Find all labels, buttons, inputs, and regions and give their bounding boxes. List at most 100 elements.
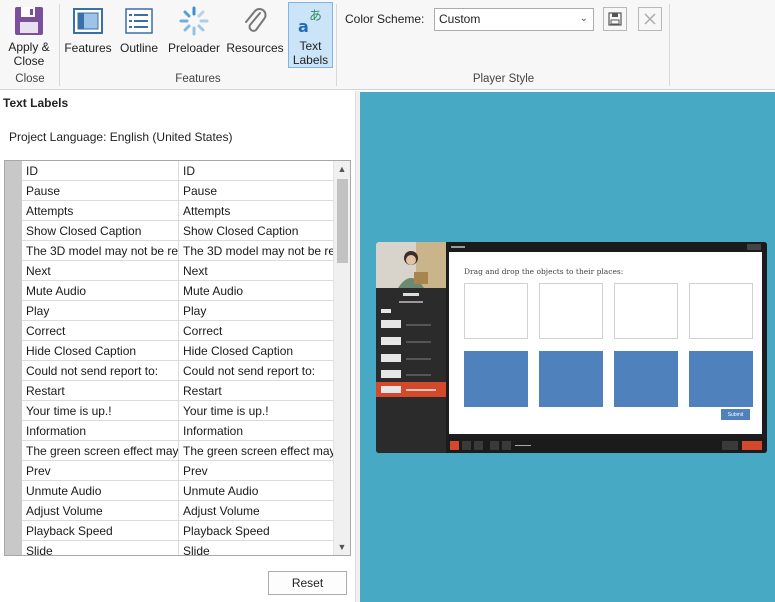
- outline-item-text: [406, 324, 431, 326]
- label-text-cell[interactable]: Slide: [178, 541, 334, 555]
- grid-scrollbar[interactable]: ▲ ▼: [333, 161, 350, 555]
- svg-text:あ: あ: [309, 9, 322, 24]
- table-row[interactable]: Attempts Attempts: [22, 201, 334, 221]
- table-row[interactable]: Hide Closed Caption Hide Closed Caption: [22, 341, 334, 361]
- label-text-cell[interactable]: Playback Speed: [178, 521, 334, 541]
- table-row[interactable]: The 3D model may not be rendered correct…: [22, 241, 334, 261]
- outline-thumb: [381, 370, 401, 378]
- text-labels-grid[interactable]: ID ID Pause Pause Attempts Attempts Show Close…: [4, 160, 351, 556]
- drop-target: [614, 283, 678, 339]
- apply-close-button[interactable]: Apply & Close: [3, 2, 55, 68]
- label-text-cell[interactable]: Correct: [178, 321, 334, 341]
- table-row[interactable]: Correct Correct: [22, 321, 334, 341]
- table-row[interactable]: The green screen effect may not workThe …: [22, 441, 334, 461]
- seek-bar: [515, 445, 531, 446]
- label-id-cell[interactable]: Pause: [22, 181, 178, 201]
- outline-button[interactable]: Outline: [116, 2, 162, 68]
- label-text-cell[interactable]: Attempts: [178, 201, 334, 221]
- outline-item-text: [406, 341, 431, 343]
- label-text-cell[interactable]: Restart: [178, 381, 334, 401]
- label-id-cell[interactable]: The green screen effect may not work: [22, 441, 178, 461]
- save-scheme-button[interactable]: [603, 7, 627, 31]
- chevron-down-icon: ⌄: [579, 13, 588, 24]
- cc-icon: [474, 441, 483, 450]
- label-id-cell[interactable]: Attempts: [22, 201, 178, 221]
- table-row[interactable]: Information Information: [22, 421, 334, 441]
- label-id-cell[interactable]: Your time is up.!: [22, 401, 178, 421]
- text-labels-button[interactable]: a あ Text Labels: [288, 2, 333, 68]
- label-text-cell[interactable]: Information: [178, 421, 334, 441]
- outline-item-active: [376, 382, 446, 397]
- preloader-button[interactable]: Preloader: [166, 2, 222, 68]
- label-text-cell[interactable]: Hide Closed Caption: [178, 341, 334, 361]
- scroll-up-icon[interactable]: ▲: [334, 161, 350, 177]
- table-row[interactable]: Mute Audio Mute Audio: [22, 281, 334, 301]
- label-text-cell[interactable]: Your time is up.!: [178, 401, 334, 421]
- label-id-cell[interactable]: Slide: [22, 541, 178, 555]
- reset-button[interactable]: Reset: [268, 571, 347, 595]
- label-text-cell[interactable]: The green screen effect may not work: [178, 441, 334, 461]
- delete-scheme-button[interactable]: [638, 7, 662, 31]
- scroll-down-icon[interactable]: ▼: [334, 539, 350, 555]
- label-id-cell[interactable]: Show Closed Caption: [22, 221, 178, 241]
- paperclip-icon: [238, 4, 272, 38]
- label-id-cell[interactable]: Play: [22, 301, 178, 321]
- table-row[interactable]: Restart Restart: [22, 381, 334, 401]
- apply-close-label-2: Close: [13, 54, 45, 68]
- table-row[interactable]: Playback Speed Playback Speed: [22, 521, 334, 541]
- features-button[interactable]: Features: [64, 2, 112, 68]
- table-row[interactable]: ID ID: [22, 161, 334, 181]
- drag-object: [539, 351, 603, 407]
- preloader-spinner-icon: [177, 4, 211, 38]
- slide-canvas: Drag and drop the objects to their place…: [449, 252, 762, 434]
- label-text-cell[interactable]: Next: [178, 261, 334, 281]
- table-row[interactable]: Slide Slide: [22, 541, 334, 555]
- label-id-cell[interactable]: Adjust Volume: [22, 501, 178, 521]
- label-id-cell[interactable]: Mute Audio: [22, 281, 178, 301]
- ribbon: Apply & Close Close Features Outline Pre…: [0, 0, 775, 90]
- table-row[interactable]: Play Play: [22, 301, 334, 321]
- label-text-cell[interactable]: ID: [178, 161, 334, 181]
- label-id-cell[interactable]: Hide Closed Caption: [22, 341, 178, 361]
- label-text-cell[interactable]: The 3D model may not be rendered correct…: [178, 241, 334, 261]
- label-text-cell[interactable]: Mute Audio: [178, 281, 334, 301]
- table-row[interactable]: Could not send report to: Could not send …: [22, 361, 334, 381]
- scroll-thumb[interactable]: [337, 179, 348, 263]
- table-row[interactable]: Adjust Volume Adjust Volume: [22, 501, 334, 521]
- label-id-cell[interactable]: Playback Speed: [22, 521, 178, 541]
- color-scheme-label: Color Scheme:: [345, 12, 425, 26]
- label-id-cell[interactable]: Unmute Audio: [22, 481, 178, 501]
- presenter-name-bar: [376, 292, 446, 296]
- outline-item-text: [406, 374, 431, 376]
- label-text-cell[interactable]: Unmute Audio: [178, 481, 334, 501]
- label-text-cell[interactable]: Play: [178, 301, 334, 321]
- label-id-cell[interactable]: Prev: [22, 461, 178, 481]
- table-row[interactable]: Prev Prev: [22, 461, 334, 481]
- label-text-cell[interactable]: Pause: [178, 181, 334, 201]
- table-row[interactable]: Next Next: [22, 261, 334, 281]
- color-scheme-value: Custom: [439, 12, 481, 26]
- outline-thumb: [381, 320, 401, 328]
- label-id-cell[interactable]: Could not send report to:: [22, 361, 178, 381]
- close-icon: [644, 13, 656, 25]
- outline-thumb: [381, 309, 391, 313]
- table-row[interactable]: Show Closed Caption Show Closed Caption: [22, 221, 334, 241]
- label-id-cell[interactable]: Information: [22, 421, 178, 441]
- label-text-cell[interactable]: Adjust Volume: [178, 501, 334, 521]
- label-id-cell[interactable]: The 3D model may not be rendered correct…: [22, 241, 178, 261]
- label-id-cell[interactable]: Next: [22, 261, 178, 281]
- label-text-cell[interactable]: Could not send report to:: [178, 361, 334, 381]
- label-id-cell[interactable]: ID: [22, 161, 178, 181]
- label-text-cell[interactable]: Prev: [178, 461, 334, 481]
- text-labels-panel: Text Labels Project Language: English (U…: [0, 91, 355, 602]
- player-topbar: [446, 242, 767, 252]
- outline-thumb: [381, 354, 401, 362]
- label-id-cell[interactable]: Restart: [22, 381, 178, 401]
- color-scheme-select[interactable]: Custom ⌄: [434, 8, 594, 31]
- table-row[interactable]: Unmute Audio Unmute Audio: [22, 481, 334, 501]
- label-id-cell[interactable]: Correct: [22, 321, 178, 341]
- resources-button[interactable]: Resources: [226, 2, 284, 68]
- table-row[interactable]: Pause Pause: [22, 181, 334, 201]
- table-row[interactable]: Your time is up.! Your time is up.!: [22, 401, 334, 421]
- label-text-cell[interactable]: Show Closed Caption: [178, 221, 334, 241]
